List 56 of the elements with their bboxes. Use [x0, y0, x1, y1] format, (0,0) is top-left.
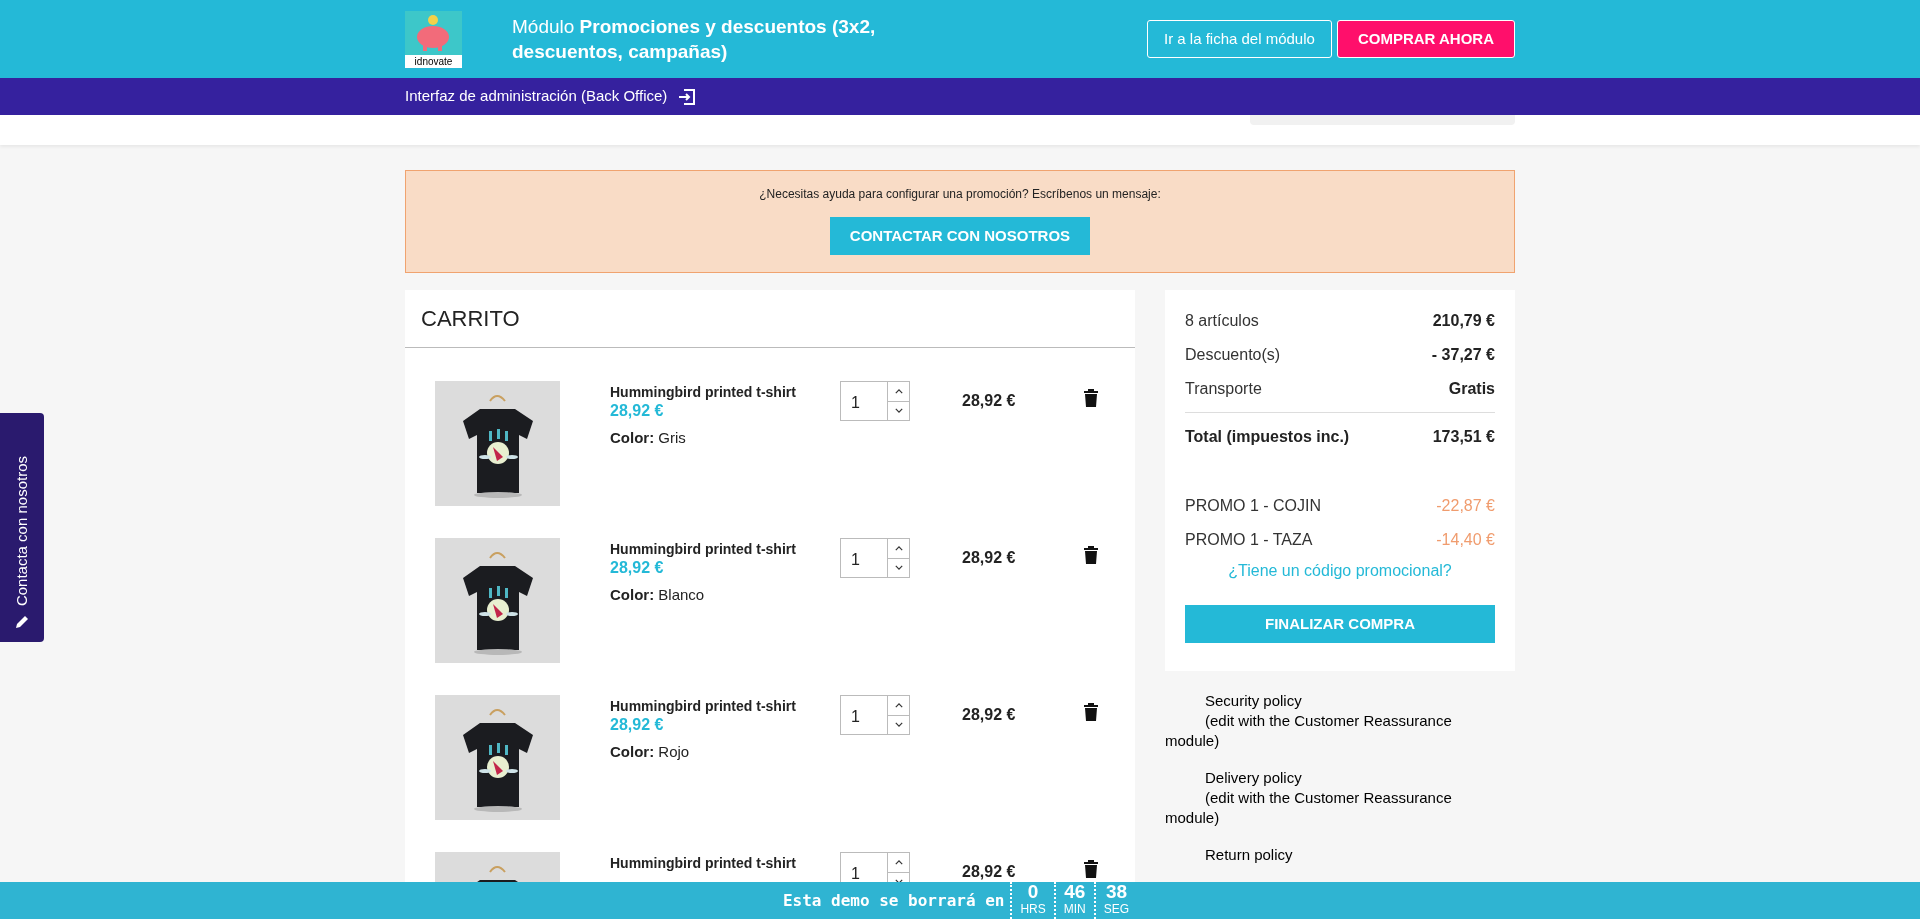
- module-title: Módulo Promociones y descuentos (3x2, descuentos, campañas): [512, 15, 877, 64]
- summary-label: 8 artículos: [1185, 311, 1259, 331]
- line-total: 28,92 €: [962, 391, 1017, 411]
- buy-now-button[interactable]: COMPRAR AHORA: [1336, 20, 1515, 58]
- policy-note: (edit with the Customer Reassurance module): [1165, 788, 1453, 828]
- cart-title: CARRITO: [421, 305, 520, 333]
- countdown-value: 0: [1027, 882, 1039, 902]
- countdown-unit: SEG: [1103, 902, 1130, 917]
- product-name[interactable]: Hummingbird printed t-shirt: [610, 854, 840, 872]
- quantity-field[interactable]: 1: [840, 695, 910, 735]
- product-color: Color: Rojo: [610, 742, 691, 762]
- product-price: 28,92 €: [610, 715, 665, 735]
- summary-value: 210,79 €: [1432, 311, 1495, 331]
- promo-label: PROMO 1 - TAZA: [1185, 530, 1313, 550]
- contact-side-tab[interactable]: Contacta con nosotros: [0, 413, 44, 642]
- product-color: Color: Gris: [610, 428, 687, 448]
- trash-icon[interactable]: [1084, 546, 1098, 564]
- countdown-unit: MIN: [1063, 902, 1086, 917]
- trash-icon[interactable]: [1084, 703, 1098, 721]
- quantity-field[interactable]: 1: [840, 381, 910, 421]
- policy-title: Security policy: [1204, 691, 1303, 711]
- countdown-unit: HRS: [1020, 902, 1046, 917]
- product-name[interactable]: Hummingbird printed t-shirt: [610, 697, 840, 715]
- policy-title: Delivery policy: [1204, 768, 1303, 788]
- total-value: 173,51 €: [1432, 427, 1495, 447]
- summary-value: Gratis: [1448, 379, 1495, 399]
- line-total: 28,92 €: [962, 862, 1017, 882]
- product-price: 28,92 €: [610, 401, 665, 421]
- admin-link[interactable]: Interfaz de administración (Back Office): [405, 85, 668, 108]
- countdown-value: 38: [1105, 882, 1127, 902]
- countdown-label: Esta demo se borrará en: [782, 889, 1005, 912]
- logo[interactable]: idnovate: [405, 10, 462, 68]
- quantity-field[interactable]: 1: [840, 852, 910, 882]
- line-total: 28,92 €: [962, 548, 1017, 568]
- pencil-icon: [14, 614, 30, 630]
- product-color: Color: Blanco: [610, 585, 706, 605]
- summary-label: Transporte: [1185, 379, 1262, 399]
- promo-value: -22,87 €: [1436, 496, 1495, 516]
- countdown-value: 46: [1064, 882, 1086, 902]
- help-message: ¿Necesitas ayuda para configurar una promoción? Escríbenos un mensaje:: [759, 186, 1161, 203]
- promo-value: -14,40 €: [1436, 530, 1495, 550]
- total-label: Total (impuestos inc.): [1185, 427, 1350, 447]
- promo-label: PROMO 1 - COJIN: [1185, 496, 1321, 516]
- trash-icon[interactable]: [1084, 860, 1098, 878]
- line-total: 28,92 €: [962, 705, 1017, 725]
- summary-label: Descuento(s): [1185, 345, 1281, 365]
- trash-icon[interactable]: [1084, 389, 1098, 407]
- policy-title: Return policy: [1204, 845, 1294, 865]
- product-price: 28,92 €: [610, 558, 665, 578]
- product-name[interactable]: Hummingbird printed t-shirt: [610, 383, 840, 401]
- summary-value: - 37,27 €: [1431, 345, 1495, 365]
- sign-in-icon[interactable]: [677, 86, 698, 107]
- product-name[interactable]: Hummingbird printed t-shirt: [610, 540, 840, 558]
- logo-text: idnovate: [405, 54, 462, 68]
- quantity-field[interactable]: 1: [840, 538, 910, 578]
- policy-note: (edit with the Customer Reassurance module): [1165, 711, 1453, 751]
